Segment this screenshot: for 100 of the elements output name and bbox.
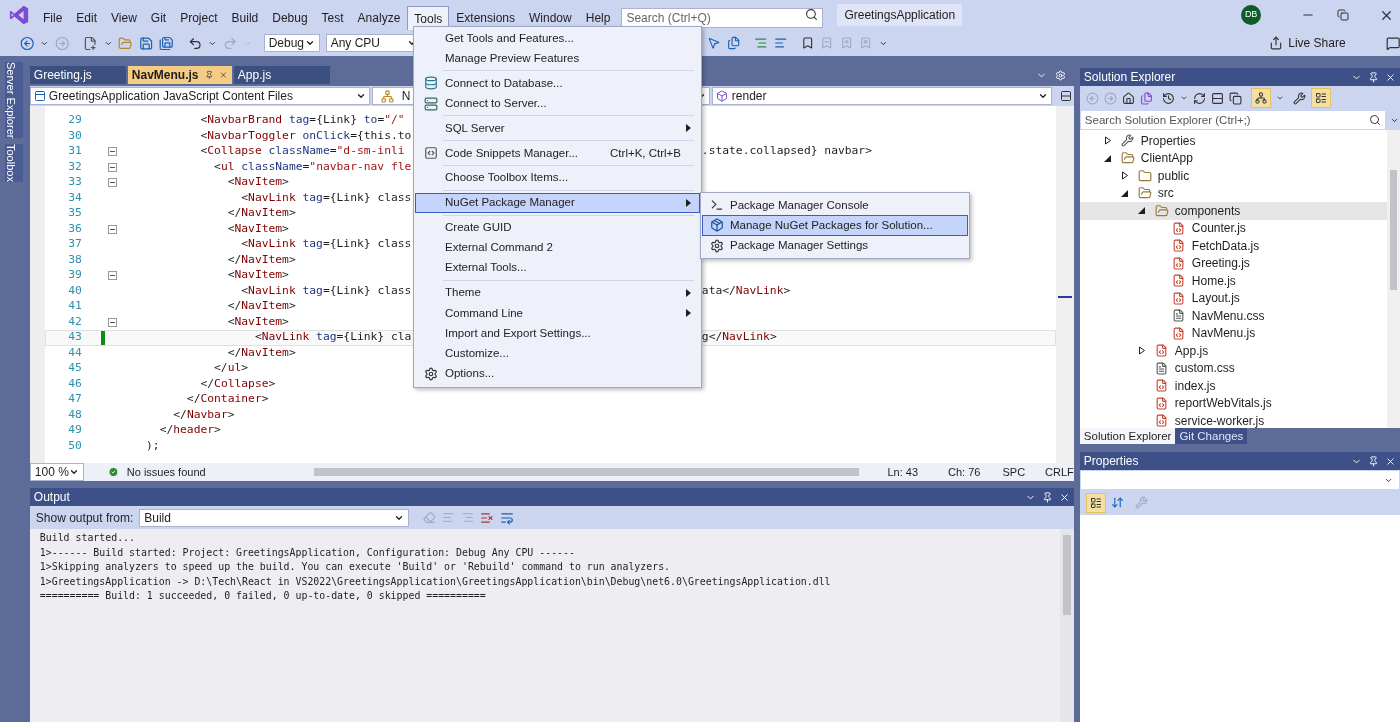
split-icon[interactable] [1059, 90, 1072, 102]
preview-toggle[interactable] [1310, 88, 1331, 108]
menu-item[interactable]: External Tools... [415, 257, 700, 279]
restore-icon[interactable] [1337, 9, 1350, 21]
tree-item[interactable]: reportWebVitals.js [1079, 394, 1387, 412]
tree-item[interactable]: FetchData.js [1079, 237, 1387, 255]
menu-item[interactable]: SQL Server [415, 118, 700, 139]
save-all-icon[interactable] [159, 35, 174, 51]
open-folder-icon[interactable] [118, 35, 133, 51]
tree-item[interactable]: src [1079, 184, 1387, 202]
collapse-all-icon[interactable] [1210, 91, 1224, 105]
tree-item[interactable]: NavMenu.css [1079, 307, 1387, 325]
live-share-button[interactable]: Live Share [1265, 34, 1350, 52]
collapsed-arrow-icon[interactable] [1137, 346, 1146, 356]
menu-item[interactable]: Code Snippets Manager... Ctrl+K, Ctrl+B [415, 143, 700, 164]
indent-icon[interactable] [754, 36, 768, 50]
collapse-icon[interactable] [107, 271, 117, 281]
tree-item[interactable]: service-worker.js [1079, 412, 1387, 430]
menu-item[interactable]: View [104, 6, 144, 30]
tree-item[interactable]: components [1079, 202, 1387, 220]
pin-icon[interactable] [1368, 455, 1379, 467]
tree-item[interactable]: custom.css [1079, 359, 1387, 377]
word-wrap-icon[interactable] [500, 510, 515, 525]
menu-item[interactable]: Extensions [449, 6, 523, 30]
menu-item[interactable]: Theme [415, 282, 700, 304]
search-field[interactable]: Search (Ctrl+Q) [621, 8, 824, 28]
menu-item[interactable]: Choose Toolbox Items... [415, 167, 700, 189]
undo-icon[interactable] [187, 35, 202, 51]
pin-icon[interactable] [1041, 491, 1053, 503]
tree-item[interactable]: Greeting.js [1079, 254, 1387, 272]
search-icon[interactable] [1368, 114, 1381, 126]
bookmark-icon[interactable] [800, 36, 815, 50]
settings-icon[interactable] [1054, 69, 1066, 81]
caret-icon[interactable] [1275, 94, 1284, 102]
menu-item[interactable]: Package Manager Settings [702, 235, 968, 256]
pin-icon[interactable] [204, 70, 214, 80]
feedback-icon[interactable] [1385, 35, 1400, 51]
editor-tab[interactable]: Greeting.js [29, 66, 126, 84]
files-icon[interactable] [726, 36, 741, 50]
copy-icon[interactable] [1228, 91, 1242, 105]
categorized-toggle[interactable] [1085, 492, 1106, 513]
side-tab[interactable]: Toolbox [4, 144, 23, 183]
menu-item[interactable]: NuGet Package Manager [415, 192, 700, 213]
member-dropdown[interactable]: render [711, 87, 1052, 105]
menu-item[interactable]: Package Manager Console [702, 195, 968, 216]
horizontal-scrollbar[interactable] [313, 468, 860, 476]
vertical-scrollbar[interactable] [1062, 535, 1071, 615]
home-icon[interactable] [1121, 91, 1135, 105]
tree-item[interactable]: NavMenu.js [1079, 324, 1387, 342]
pointer-icon[interactable] [707, 36, 721, 50]
panel-tab[interactable]: Git Changes [1175, 428, 1248, 444]
menu-item[interactable]: Options... [415, 363, 700, 385]
project-dropdown[interactable]: GreetingsApplication JavaScript Content Files [29, 87, 370, 105]
side-tab[interactable]: Server Explorer [4, 62, 23, 139]
collapse-icon[interactable] [107, 224, 117, 234]
menu-item[interactable]: Command Line [415, 303, 700, 324]
menu-item[interactable]: Manage NuGet Packages for Solution... [702, 215, 968, 236]
tree-item[interactable]: public [1079, 167, 1387, 185]
menu-item[interactable]: Project [173, 6, 225, 30]
vertical-scrollbar[interactable] [1390, 170, 1397, 290]
caret-icon[interactable] [1179, 94, 1188, 102]
save-icon[interactable] [138, 35, 154, 51]
expanded-arrow-icon[interactable] [1137, 206, 1146, 216]
sort-icon[interactable] [1110, 496, 1124, 509]
close-icon[interactable] [1385, 455, 1396, 467]
tree-item[interactable]: ClientApp [1079, 149, 1387, 167]
configuration-dropdown[interactable]: Debug [263, 34, 320, 52]
menu-item[interactable]: Create GUID [415, 217, 700, 238]
menu-item[interactable]: File [36, 6, 70, 30]
tree-item[interactable]: App.js [1079, 342, 1387, 360]
back-icon[interactable] [20, 35, 35, 51]
output-source-dropdown[interactable]: Build [139, 508, 410, 527]
new-project-icon[interactable] [83, 35, 98, 51]
menu-item[interactable]: Build [224, 6, 266, 30]
collapse-icon[interactable] [107, 178, 117, 188]
menu-item[interactable]: Debug [265, 6, 315, 30]
tree-item[interactable]: Counter.js [1079, 219, 1387, 237]
menu-item[interactable]: Help [578, 6, 618, 30]
menu-item[interactable]: Git [143, 6, 174, 30]
collapse-icon[interactable] [107, 317, 117, 327]
menu-item[interactable]: Edit [69, 6, 105, 30]
clear-all-icon[interactable] [480, 510, 495, 525]
wrench-icon[interactable] [1292, 91, 1306, 105]
expanded-arrow-icon[interactable] [1120, 188, 1129, 198]
tree-item[interactable]: index.js [1079, 377, 1387, 395]
zoom-dropdown[interactable]: 100 % [29, 463, 84, 481]
close-icon[interactable] [1385, 71, 1396, 83]
menu-item[interactable]: Connect to Server... [415, 93, 700, 114]
tree-item[interactable]: Layout.js [1079, 289, 1387, 307]
avatar[interactable]: DB [1241, 5, 1262, 25]
collapse-icon[interactable] [107, 162, 117, 172]
menu-item[interactable]: Analyze [350, 6, 408, 30]
menu-item[interactable]: External Command 2 [415, 237, 700, 258]
editor-tab[interactable]: App.js [233, 66, 330, 84]
collapse-icon[interactable] [107, 147, 117, 157]
outdent-icon[interactable] [773, 36, 787, 50]
menu-item[interactable]: Connect to Database... [415, 73, 700, 94]
collapsed-arrow-icon[interactable] [1120, 171, 1129, 181]
search-icon[interactable] [805, 8, 819, 21]
tree-item[interactable]: Home.js [1079, 272, 1387, 290]
